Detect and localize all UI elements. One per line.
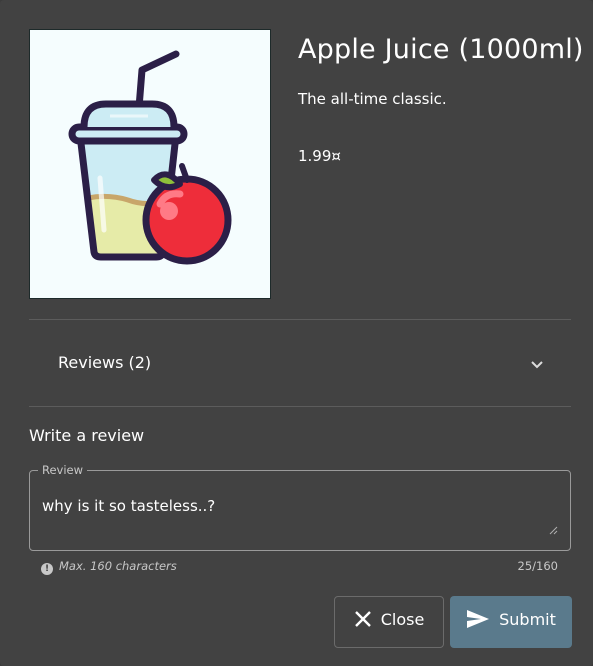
- product-description: The all-time classic.: [298, 90, 447, 108]
- product-title: Apple Juice (1000ml): [298, 34, 584, 65]
- review-text[interactable]: why is it so tasteless..?: [42, 497, 215, 515]
- reviews-expansion-header[interactable]: Reviews (2): [29, 320, 571, 406]
- reviews-label: Reviews (2): [58, 353, 152, 372]
- submit-button-label: Submit: [499, 609, 556, 629]
- resize-handle-icon[interactable]: [549, 526, 558, 535]
- chevron-down-icon: [531, 361, 543, 369]
- review-field-label: Review: [38, 463, 88, 477]
- product-image: [29, 29, 271, 299]
- send-icon: [467, 610, 490, 628]
- character-counter: 25/160: [517, 559, 558, 573]
- divider: [29, 406, 571, 407]
- review-hint-text: Max. 160 characters: [59, 559, 177, 573]
- review-textarea[interactable]: Review why is it so tasteless..?: [29, 463, 571, 551]
- apple-juice-icon: [68, 50, 232, 265]
- close-button-label: Close: [380, 609, 425, 629]
- exclamation-circle-icon: !: [41, 563, 53, 575]
- close-button[interactable]: Close: [334, 596, 444, 648]
- write-review-heading: Write a review: [29, 426, 145, 445]
- product-price: 1.99¤: [298, 147, 341, 165]
- review-hint: ! Max. 160 characters: [41, 559, 177, 575]
- product-details-dialog: Apple Juice (1000ml) The all-time classi…: [0, 0, 593, 666]
- submit-button[interactable]: Submit: [450, 596, 572, 648]
- close-icon: [354, 611, 371, 627]
